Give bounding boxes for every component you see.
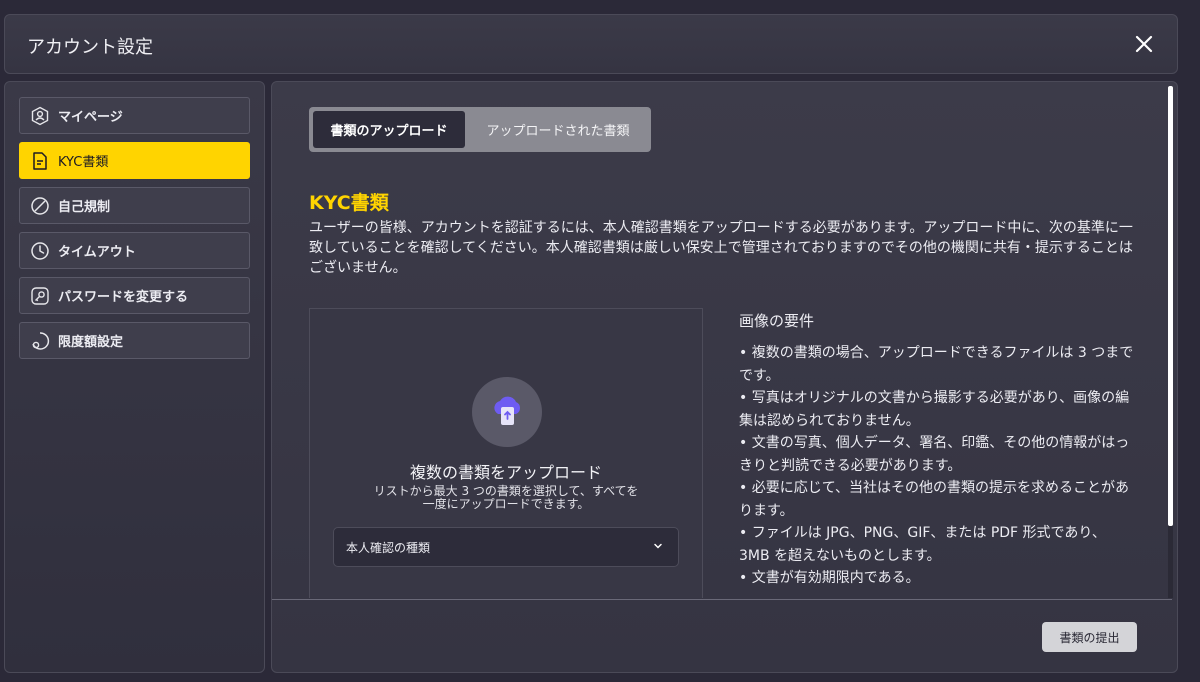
- sidebar: マイページ KYC書類 自己規制 タイムアウト パスワードを変更する 限度額設定: [4, 81, 265, 673]
- chevron-down-icon: [654, 543, 662, 549]
- sidebar-item-change-password[interactable]: パスワードを変更する: [19, 277, 250, 314]
- close-button[interactable]: [1129, 29, 1159, 59]
- ban-icon: [30, 196, 50, 216]
- key-icon: [30, 286, 50, 306]
- sidebar-item-mypage[interactable]: マイページ: [19, 97, 250, 134]
- requirements-title: 画像の要件: [739, 312, 815, 330]
- dialog-title: アカウント設定: [27, 37, 153, 58]
- intro-text: ユーザーの皆様、アカウントを認証するには、本人確認書類をアップロードする必要があ…: [309, 220, 1133, 276]
- sidebar-item-timeout[interactable]: タイムアウト: [19, 232, 250, 269]
- sidebar-item-label: 自己規制: [58, 200, 111, 215]
- sidebar-item-label: パスワードを変更する: [58, 290, 189, 305]
- sidebar-item-limit-settings[interactable]: 限度額設定: [19, 322, 250, 359]
- user-icon: [30, 106, 50, 126]
- sidebar-item-label: マイページ: [58, 110, 123, 125]
- sidebar-item-label: KYC書類: [58, 155, 109, 170]
- requirement-item: 文書の写真、個人データ、署名、印鑑、その他の情報がはっきりと判読できる必要があり…: [739, 432, 1134, 477]
- close-icon: [1135, 35, 1153, 53]
- id-type-select[interactable]: 本人確認の種類: [333, 527, 679, 567]
- scrollbar-thumb[interactable]: [1168, 86, 1173, 526]
- upload-title: 複数の書類をアップロード: [409, 463, 602, 482]
- clock-icon: [30, 241, 50, 261]
- upload-description: リストから最大 3 つの書類を選択して、すべてを一度にアップロードできます。: [373, 484, 639, 511]
- requirement-item: 複数の書類の場合、アップロードできるファイルは 3 つまでです。: [739, 342, 1134, 387]
- tab-uploaded-documents[interactable]: アップロードされた書類: [469, 111, 647, 148]
- requirements-list: 複数の書類の場合、アップロードできるファイルは 3 つまでです。 写真はオリジナ…: [739, 342, 1134, 590]
- sidebar-item-label: タイムアウト: [58, 245, 136, 260]
- limit-icon: [30, 331, 50, 351]
- sidebar-item-self-regulation[interactable]: 自己規制: [19, 187, 250, 224]
- tab-bar: 書類のアップロード アップロードされた書類: [309, 107, 651, 152]
- requirement-item: 必要に応じて、当社はその他の書類の提示を求めることがあります。: [739, 477, 1134, 522]
- document-icon: [30, 151, 50, 171]
- sidebar-item-label: 限度額設定: [58, 335, 124, 350]
- cloud-upload-icon: [494, 396, 520, 425]
- id-type-select-value: 本人確認の種類: [346, 540, 431, 555]
- requirement-item: 写真はオリジナルの文書から撮影する必要があり、画像の編集は認められておりません。: [739, 387, 1134, 432]
- upload-button[interactable]: [472, 377, 542, 447]
- footer-divider: [272, 599, 1172, 600]
- main-panel: 書類のアップロード アップロードされた書類 KYC書類 ユーザーの皆様、アカウン…: [271, 81, 1178, 673]
- upload-area[interactable]: 複数の書類をアップロード リストから最大 3 つの書類を選択して、すべてを一度に…: [309, 308, 703, 598]
- dialog-header: アカウント設定: [4, 14, 1178, 74]
- requirement-item: 文書が有効期限内である。: [739, 567, 1134, 590]
- submit-documents-button[interactable]: 書類の提出: [1042, 622, 1137, 652]
- sidebar-item-kyc[interactable]: KYC書類: [19, 142, 250, 179]
- tab-upload-documents[interactable]: 書類のアップロード: [313, 111, 465, 148]
- section-title: KYC書類: [309, 192, 389, 214]
- requirement-item: ファイルは JPG、PNG、GIF、または PDF 形式であり、3MB を超えな…: [739, 522, 1134, 567]
